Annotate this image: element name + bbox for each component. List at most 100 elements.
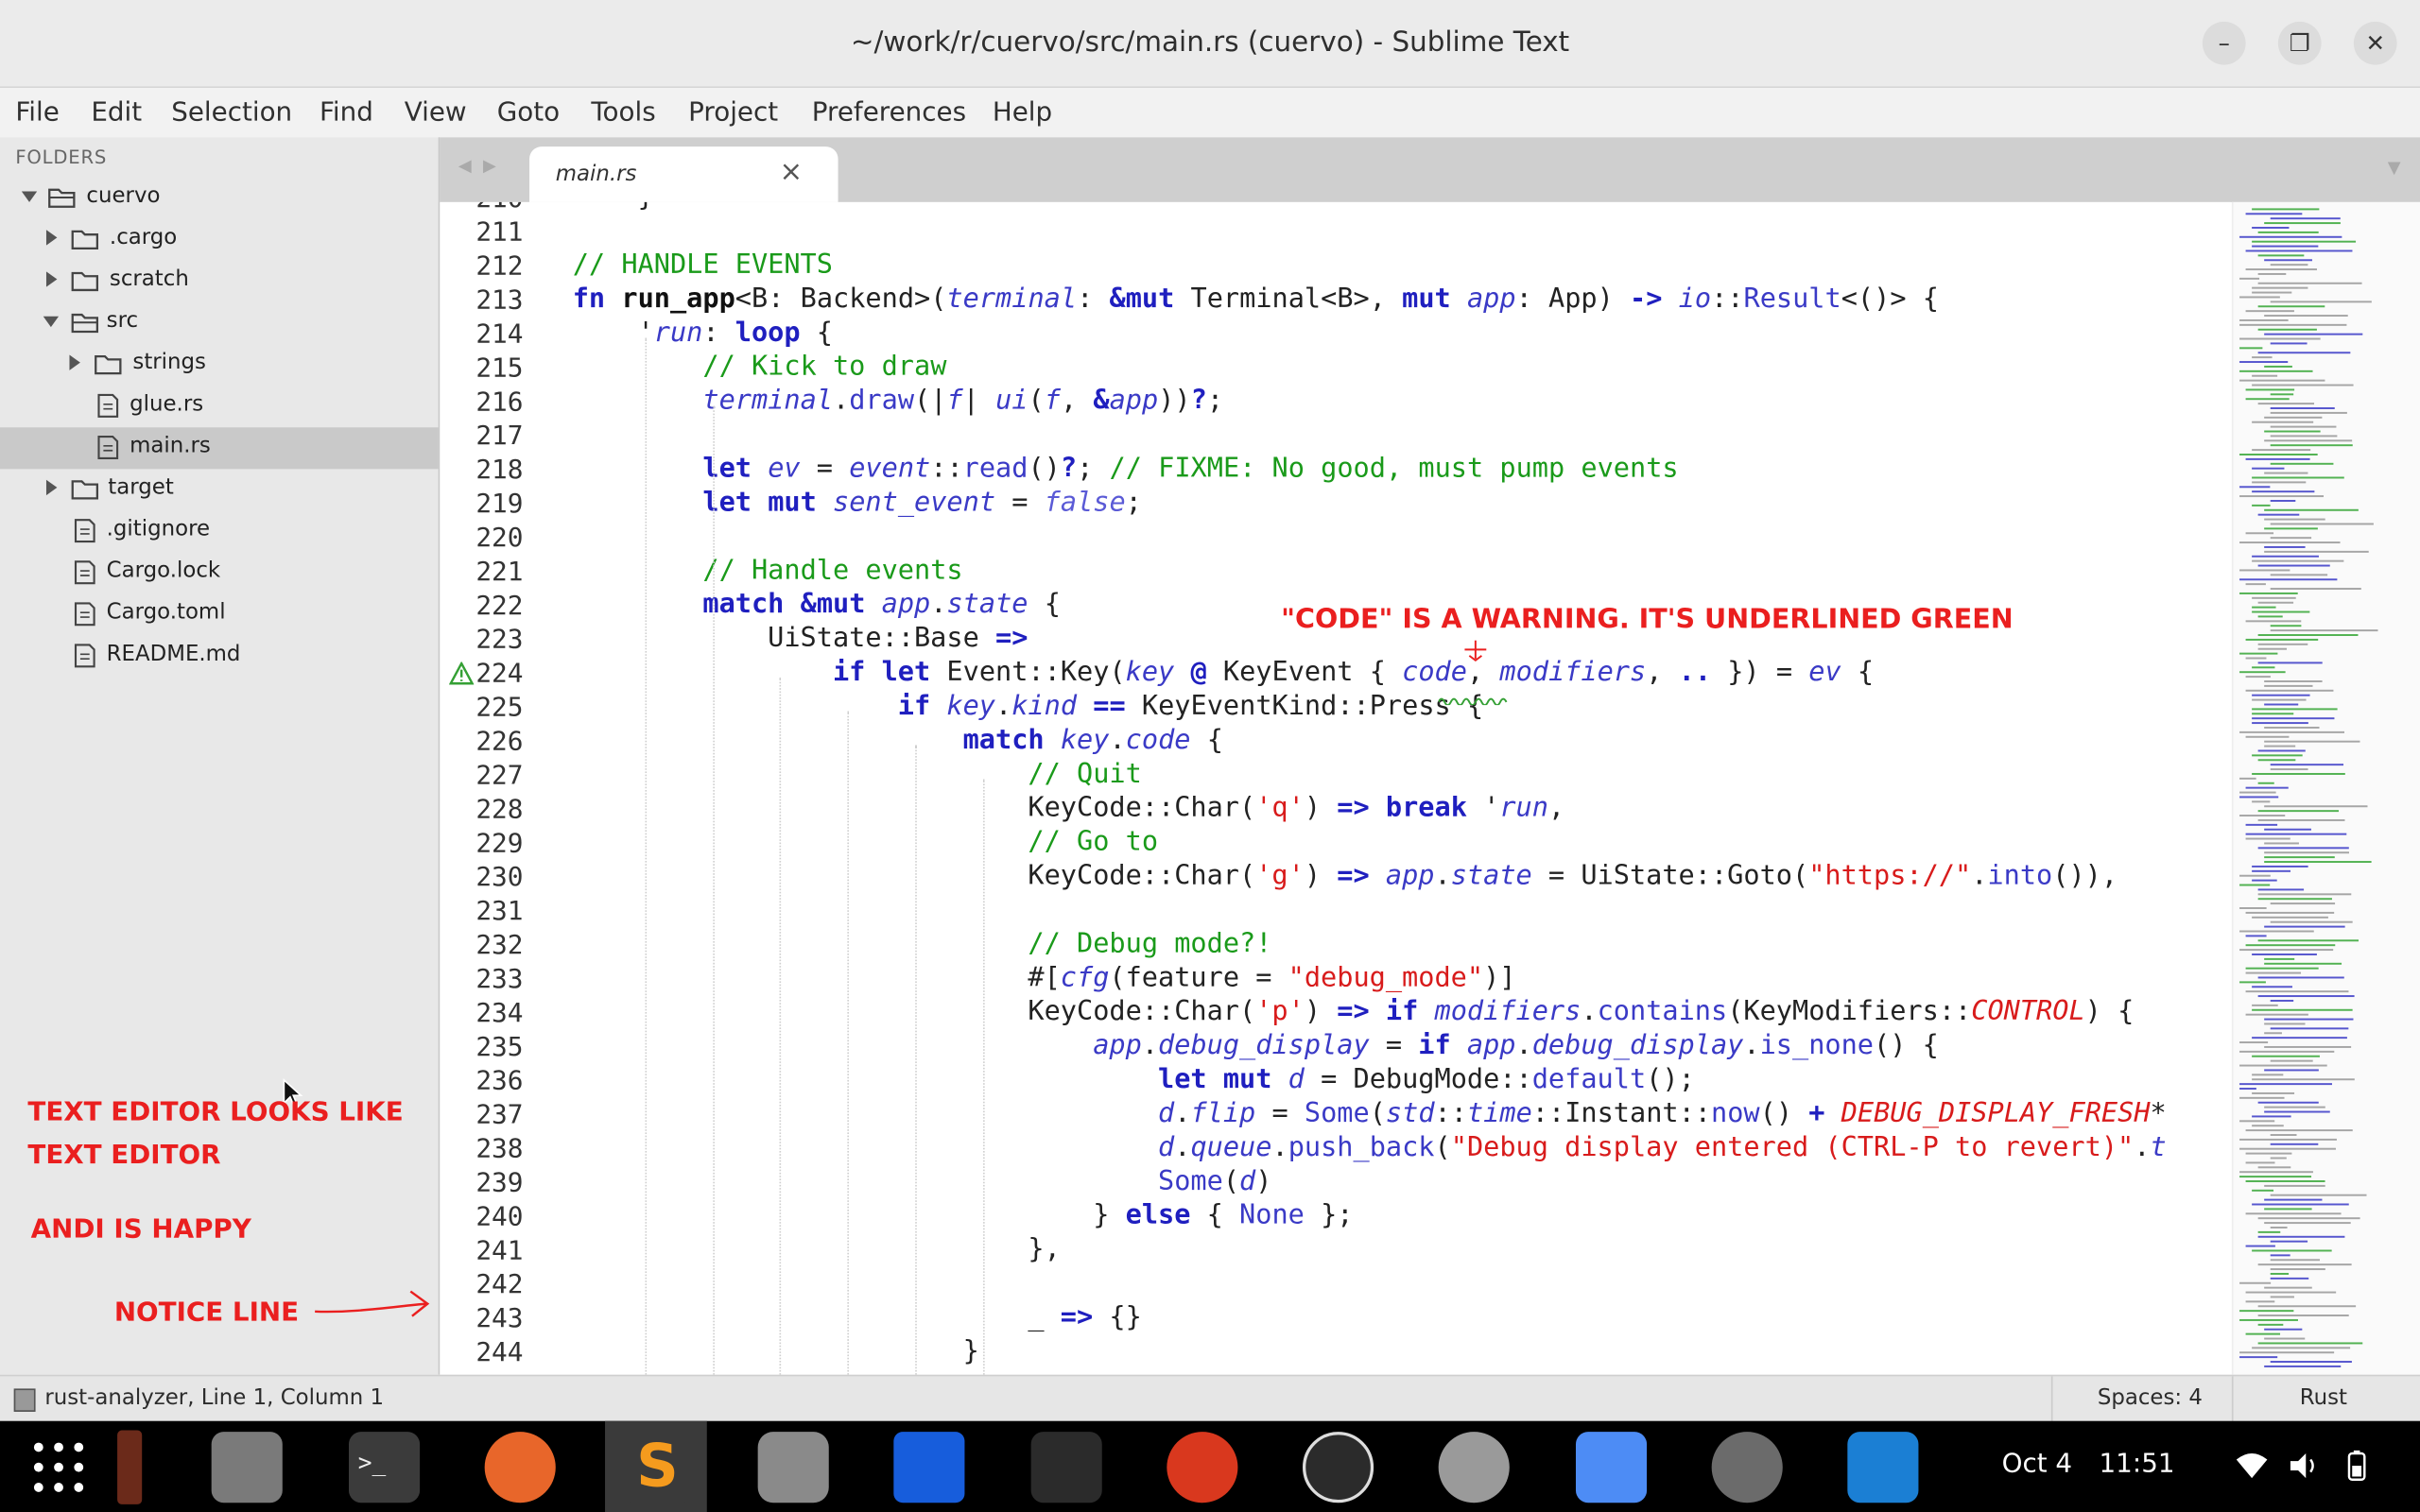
text-editor-icon[interactable] bbox=[1575, 1432, 1648, 1503]
indentation-setting[interactable]: Spaces: 4 bbox=[2098, 1385, 2203, 1410]
menu-tools[interactable]: Tools bbox=[591, 97, 655, 129]
tree-item-glue-rs[interactable]: glue.rs bbox=[0, 386, 439, 427]
code-line[interactable]: 'run: loop { bbox=[573, 318, 833, 349]
app-store-icon[interactable] bbox=[1711, 1432, 1783, 1503]
settings-icon[interactable] bbox=[757, 1432, 829, 1503]
code-line[interactable]: UiState::Base => bbox=[573, 624, 1028, 655]
editor-area[interactable]: 2102112122132142152162172182192202212222… bbox=[440, 201, 2231, 1375]
disclosure-closed-icon[interactable] bbox=[66, 353, 81, 372]
tree-item-cargo-toml[interactable]: Cargo.toml bbox=[0, 594, 439, 636]
tree-item-cargo[interactable]: .cargo bbox=[0, 219, 439, 261]
battery-icon[interactable] bbox=[2347, 1450, 2366, 1482]
folder-icon bbox=[71, 480, 99, 500]
tab-scroll-right-icon[interactable]: ▶ bbox=[483, 156, 496, 176]
obs-icon[interactable] bbox=[1302, 1432, 1374, 1503]
minimap[interactable] bbox=[2231, 201, 2420, 1375]
line-number: 213 bbox=[475, 285, 524, 317]
tab-scroll-left-icon[interactable]: ◀ bbox=[458, 156, 472, 176]
menu-file[interactable]: File bbox=[15, 97, 59, 129]
code-line[interactable]: app.debug_display = if app.debug_display… bbox=[573, 1031, 1939, 1062]
code-line[interactable]: } else { None }; bbox=[573, 1200, 1353, 1231]
volume-icon[interactable] bbox=[2289, 1452, 2320, 1479]
close-button[interactable]: ✕ bbox=[2353, 21, 2397, 65]
tab-main-rs[interactable]: main.rs × bbox=[529, 146, 838, 202]
tree-item-main-rs[interactable]: main.rs bbox=[0, 427, 439, 470]
tree-item-cuervo[interactable]: cuervo bbox=[0, 178, 439, 219]
bitwarden-icon[interactable] bbox=[893, 1432, 965, 1503]
menu-view[interactable]: View bbox=[405, 97, 467, 129]
line-number: 231 bbox=[475, 896, 524, 928]
menu-preferences[interactable]: Preferences bbox=[812, 97, 966, 129]
tree-label: .gitignore bbox=[106, 516, 211, 542]
menu-selection[interactable]: Selection bbox=[171, 97, 292, 129]
code-line[interactable]: if key.kind == KeyEventKind::Press { bbox=[573, 691, 1483, 722]
line-number: 242 bbox=[475, 1269, 524, 1301]
disclosure-open-icon[interactable] bbox=[43, 312, 60, 331]
code-line[interactable]: _ => {} bbox=[573, 1302, 1141, 1333]
line-number: 222 bbox=[475, 591, 524, 622]
menu-help[interactable]: Help bbox=[993, 97, 1052, 129]
code-line[interactable]: match key.code { bbox=[573, 725, 1223, 756]
tree-item-src[interactable]: src bbox=[0, 302, 439, 344]
files-icon[interactable] bbox=[211, 1432, 283, 1503]
warning-icon[interactable] bbox=[449, 662, 475, 686]
code-line[interactable]: terminal.draw(|f| ui(f, &app))?; bbox=[573, 386, 1223, 417]
panel-toggle-icon[interactable] bbox=[13, 1388, 36, 1412]
line-number: 234 bbox=[475, 998, 524, 1030]
code-line[interactable]: KeyCode::Char('q') => break 'run, bbox=[573, 793, 1564, 824]
tab-close-icon[interactable]: × bbox=[780, 156, 804, 188]
file-icon bbox=[74, 519, 95, 543]
code-line[interactable]: // HANDLE EVENTS bbox=[573, 249, 833, 281]
running-app-icon[interactable] bbox=[117, 1430, 143, 1504]
code-line[interactable]: // Debug mode?! bbox=[573, 929, 1271, 960]
audacity-icon[interactable] bbox=[1167, 1432, 1238, 1503]
code-line[interactable]: d.flip = Some(std::time::Instant::now() … bbox=[573, 1098, 2167, 1129]
maximize-button[interactable]: ❐ bbox=[2277, 21, 2322, 65]
tree-item-target[interactable]: target bbox=[0, 469, 439, 510]
menu-project[interactable]: Project bbox=[688, 97, 778, 129]
code-line[interactable]: fn run_app<B: Backend>(terminal: &mut Te… bbox=[573, 284, 1939, 315]
menu-edit[interactable]: Edit bbox=[91, 97, 142, 129]
vscode-icon[interactable] bbox=[1847, 1432, 1919, 1503]
code-line[interactable]: let mut sent_event = false; bbox=[573, 488, 1142, 519]
code-line[interactable]: // Kick to draw bbox=[573, 352, 946, 383]
syntax-setting[interactable]: Rust bbox=[2300, 1385, 2347, 1410]
tree-item-scratch[interactable]: scratch bbox=[0, 261, 439, 302]
firefox-icon[interactable] bbox=[484, 1432, 556, 1503]
menu-find[interactable]: Find bbox=[320, 97, 373, 129]
restore-icon: ❐ bbox=[2289, 29, 2310, 58]
apps-grid-icon[interactable] bbox=[32, 1441, 85, 1494]
minimize-button[interactable]: – bbox=[2202, 21, 2246, 65]
menu-goto[interactable]: Goto bbox=[497, 97, 560, 129]
tab-dropdown-icon[interactable]: ▼ bbox=[2388, 158, 2401, 178]
code-line[interactable]: // Quit bbox=[573, 759, 1141, 790]
tree-item-gitignore[interactable]: .gitignore bbox=[0, 510, 439, 552]
code-line[interactable]: if let Event::Key(key @ KeyEvent { code,… bbox=[573, 658, 1874, 689]
terminal-icon[interactable]: >_ bbox=[348, 1432, 421, 1503]
tree-item-readme[interactable]: README.md bbox=[0, 636, 439, 678]
code-line[interactable]: Some(d) bbox=[573, 1166, 1271, 1197]
clock[interactable]: Oct 4 11:51 bbox=[2002, 1449, 2175, 1480]
disclosure-closed-icon[interactable] bbox=[43, 229, 59, 248]
code-line[interactable]: let mut d = DebugMode::default(); bbox=[573, 1065, 1695, 1096]
disclosure-closed-icon[interactable] bbox=[43, 478, 59, 497]
code-line[interactable]: // Go to bbox=[573, 827, 1158, 858]
tree-item-cargo-lock[interactable]: Cargo.lock bbox=[0, 553, 439, 594]
tree-item-strings[interactable]: strings bbox=[0, 344, 439, 386]
code-line[interactable]: let ev = event::read()?; // FIXME: No go… bbox=[573, 454, 1678, 485]
disclosure-closed-icon[interactable] bbox=[43, 270, 59, 289]
sublime-text-icon[interactable]: S bbox=[621, 1432, 694, 1503]
annotation-pointer-icon bbox=[1464, 640, 1487, 662]
code-line[interactable]: d.queue.push_back("Debug display entered… bbox=[573, 1132, 2167, 1163]
code-line[interactable]: // Handle events bbox=[573, 556, 962, 587]
system-settings-icon[interactable] bbox=[1438, 1432, 1510, 1503]
folder-icon bbox=[71, 271, 99, 292]
wifi-icon[interactable] bbox=[2236, 1452, 2268, 1479]
code-line[interactable]: KeyCode::Char('g') => app.state = UiStat… bbox=[573, 861, 2118, 892]
code-line[interactable]: } bbox=[573, 1336, 979, 1367]
code-line[interactable]: } bbox=[573, 202, 654, 213]
disclosure-open-icon[interactable] bbox=[21, 187, 38, 206]
indent-guide bbox=[713, 405, 715, 1375]
paint-icon[interactable] bbox=[1030, 1432, 1102, 1503]
code-line[interactable]: KeyCode::Char('p') => if modifiers.conta… bbox=[573, 997, 2134, 1028]
